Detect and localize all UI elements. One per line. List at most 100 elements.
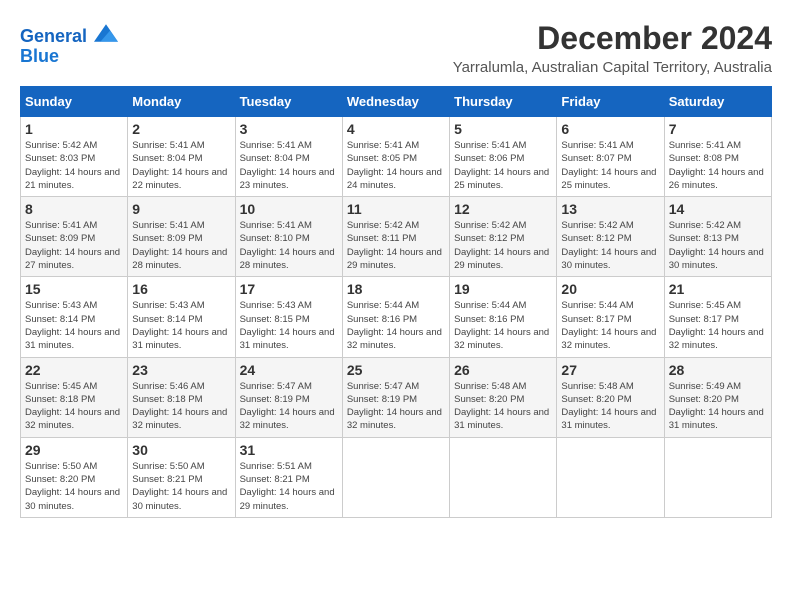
day-info: Sunrise: 5:41 AM Sunset: 8:07 PM Dayligh…	[561, 139, 659, 192]
day-number: 4	[347, 121, 445, 137]
logo-text: General	[20, 24, 118, 47]
day-number: 16	[132, 281, 230, 297]
col-header-saturday: Saturday	[664, 87, 771, 117]
day-number: 3	[240, 121, 338, 137]
day-cell-5: 5 Sunrise: 5:41 AM Sunset: 8:06 PM Dayli…	[450, 117, 557, 197]
day-cell-4: 4 Sunrise: 5:41 AM Sunset: 8:05 PM Dayli…	[342, 117, 449, 197]
day-number: 17	[240, 281, 338, 297]
col-header-wednesday: Wednesday	[342, 87, 449, 117]
calendar-table: SundayMondayTuesdayWednesdayThursdayFrid…	[20, 86, 772, 518]
day-number: 28	[669, 362, 767, 378]
logo: General Blue	[20, 24, 118, 67]
day-cell-30: 30 Sunrise: 5:50 AM Sunset: 8:21 PM Dayl…	[128, 437, 235, 517]
day-cell-26: 26 Sunrise: 5:48 AM Sunset: 8:20 PM Dayl…	[450, 357, 557, 437]
day-info: Sunrise: 5:42 AM Sunset: 8:12 PM Dayligh…	[454, 219, 552, 272]
day-info: Sunrise: 5:44 AM Sunset: 8:16 PM Dayligh…	[454, 299, 552, 352]
week-row-2: 8 Sunrise: 5:41 AM Sunset: 8:09 PM Dayli…	[21, 197, 772, 277]
day-info: Sunrise: 5:43 AM Sunset: 8:15 PM Dayligh…	[240, 299, 338, 352]
day-info: Sunrise: 5:41 AM Sunset: 8:09 PM Dayligh…	[25, 219, 123, 272]
logo-icon	[94, 24, 118, 42]
day-number: 30	[132, 442, 230, 458]
day-info: Sunrise: 5:51 AM Sunset: 8:21 PM Dayligh…	[240, 460, 338, 513]
day-info: Sunrise: 5:43 AM Sunset: 8:14 PM Dayligh…	[25, 299, 123, 352]
day-cell-18: 18 Sunrise: 5:44 AM Sunset: 8:16 PM Dayl…	[342, 277, 449, 357]
day-number: 6	[561, 121, 659, 137]
day-cell-15: 15 Sunrise: 5:43 AM Sunset: 8:14 PM Dayl…	[21, 277, 128, 357]
day-info: Sunrise: 5:41 AM Sunset: 8:06 PM Dayligh…	[454, 139, 552, 192]
day-info: Sunrise: 5:46 AM Sunset: 8:18 PM Dayligh…	[132, 380, 230, 433]
day-cell-3: 3 Sunrise: 5:41 AM Sunset: 8:04 PM Dayli…	[235, 117, 342, 197]
day-cell-12: 12 Sunrise: 5:42 AM Sunset: 8:12 PM Dayl…	[450, 197, 557, 277]
day-info: Sunrise: 5:41 AM Sunset: 8:08 PM Dayligh…	[669, 139, 767, 192]
empty-cell	[450, 437, 557, 517]
day-cell-10: 10 Sunrise: 5:41 AM Sunset: 8:10 PM Dayl…	[235, 197, 342, 277]
day-cell-28: 28 Sunrise: 5:49 AM Sunset: 8:20 PM Dayl…	[664, 357, 771, 437]
day-number: 15	[25, 281, 123, 297]
day-cell-21: 21 Sunrise: 5:45 AM Sunset: 8:17 PM Dayl…	[664, 277, 771, 357]
day-cell-22: 22 Sunrise: 5:45 AM Sunset: 8:18 PM Dayl…	[21, 357, 128, 437]
day-cell-8: 8 Sunrise: 5:41 AM Sunset: 8:09 PM Dayli…	[21, 197, 128, 277]
day-info: Sunrise: 5:44 AM Sunset: 8:17 PM Dayligh…	[561, 299, 659, 352]
empty-cell	[557, 437, 664, 517]
day-number: 18	[347, 281, 445, 297]
day-info: Sunrise: 5:48 AM Sunset: 8:20 PM Dayligh…	[561, 380, 659, 433]
day-number: 31	[240, 442, 338, 458]
col-header-tuesday: Tuesday	[235, 87, 342, 117]
day-info: Sunrise: 5:48 AM Sunset: 8:20 PM Dayligh…	[454, 380, 552, 433]
week-row-4: 22 Sunrise: 5:45 AM Sunset: 8:18 PM Dayl…	[21, 357, 772, 437]
day-info: Sunrise: 5:50 AM Sunset: 8:21 PM Dayligh…	[132, 460, 230, 513]
day-cell-25: 25 Sunrise: 5:47 AM Sunset: 8:19 PM Dayl…	[342, 357, 449, 437]
day-number: 29	[25, 442, 123, 458]
day-number: 26	[454, 362, 552, 378]
day-number: 5	[454, 121, 552, 137]
title-block: December 2024 Yarralumla, Australian Cap…	[453, 20, 772, 76]
day-cell-17: 17 Sunrise: 5:43 AM Sunset: 8:15 PM Dayl…	[235, 277, 342, 357]
col-header-monday: Monday	[128, 87, 235, 117]
day-info: Sunrise: 5:41 AM Sunset: 8:04 PM Dayligh…	[240, 139, 338, 192]
day-info: Sunrise: 5:42 AM Sunset: 8:12 PM Dayligh…	[561, 219, 659, 272]
day-number: 25	[347, 362, 445, 378]
day-number: 24	[240, 362, 338, 378]
week-row-3: 15 Sunrise: 5:43 AM Sunset: 8:14 PM Dayl…	[21, 277, 772, 357]
day-number: 27	[561, 362, 659, 378]
month-title: December 2024	[453, 20, 772, 57]
day-number: 1	[25, 121, 123, 137]
day-info: Sunrise: 5:41 AM Sunset: 8:04 PM Dayligh…	[132, 139, 230, 192]
day-info: Sunrise: 5:41 AM Sunset: 8:05 PM Dayligh…	[347, 139, 445, 192]
day-info: Sunrise: 5:41 AM Sunset: 8:09 PM Dayligh…	[132, 219, 230, 272]
day-cell-31: 31 Sunrise: 5:51 AM Sunset: 8:21 PM Dayl…	[235, 437, 342, 517]
day-cell-14: 14 Sunrise: 5:42 AM Sunset: 8:13 PM Dayl…	[664, 197, 771, 277]
logo-blue: Blue	[20, 47, 118, 67]
header-row: SundayMondayTuesdayWednesdayThursdayFrid…	[21, 87, 772, 117]
day-number: 12	[454, 201, 552, 217]
day-cell-19: 19 Sunrise: 5:44 AM Sunset: 8:16 PM Dayl…	[450, 277, 557, 357]
day-number: 23	[132, 362, 230, 378]
day-info: Sunrise: 5:42 AM Sunset: 8:03 PM Dayligh…	[25, 139, 123, 192]
day-cell-29: 29 Sunrise: 5:50 AM Sunset: 8:20 PM Dayl…	[21, 437, 128, 517]
col-header-friday: Friday	[557, 87, 664, 117]
empty-cell	[342, 437, 449, 517]
day-number: 22	[25, 362, 123, 378]
day-cell-9: 9 Sunrise: 5:41 AM Sunset: 8:09 PM Dayli…	[128, 197, 235, 277]
col-header-sunday: Sunday	[21, 87, 128, 117]
day-cell-2: 2 Sunrise: 5:41 AM Sunset: 8:04 PM Dayli…	[128, 117, 235, 197]
day-number: 9	[132, 201, 230, 217]
day-info: Sunrise: 5:47 AM Sunset: 8:19 PM Dayligh…	[347, 380, 445, 433]
day-info: Sunrise: 5:47 AM Sunset: 8:19 PM Dayligh…	[240, 380, 338, 433]
location-title: Yarralumla, Australian Capital Territory…	[453, 59, 772, 76]
day-number: 21	[669, 281, 767, 297]
day-info: Sunrise: 5:49 AM Sunset: 8:20 PM Dayligh…	[669, 380, 767, 433]
day-info: Sunrise: 5:41 AM Sunset: 8:10 PM Dayligh…	[240, 219, 338, 272]
day-number: 14	[669, 201, 767, 217]
day-cell-11: 11 Sunrise: 5:42 AM Sunset: 8:11 PM Dayl…	[342, 197, 449, 277]
day-number: 19	[454, 281, 552, 297]
day-cell-6: 6 Sunrise: 5:41 AM Sunset: 8:07 PM Dayli…	[557, 117, 664, 197]
day-cell-20: 20 Sunrise: 5:44 AM Sunset: 8:17 PM Dayl…	[557, 277, 664, 357]
day-number: 13	[561, 201, 659, 217]
day-number: 2	[132, 121, 230, 137]
week-row-5: 29 Sunrise: 5:50 AM Sunset: 8:20 PM Dayl…	[21, 437, 772, 517]
day-cell-7: 7 Sunrise: 5:41 AM Sunset: 8:08 PM Dayli…	[664, 117, 771, 197]
day-info: Sunrise: 5:44 AM Sunset: 8:16 PM Dayligh…	[347, 299, 445, 352]
day-info: Sunrise: 5:42 AM Sunset: 8:11 PM Dayligh…	[347, 219, 445, 272]
day-cell-24: 24 Sunrise: 5:47 AM Sunset: 8:19 PM Dayl…	[235, 357, 342, 437]
